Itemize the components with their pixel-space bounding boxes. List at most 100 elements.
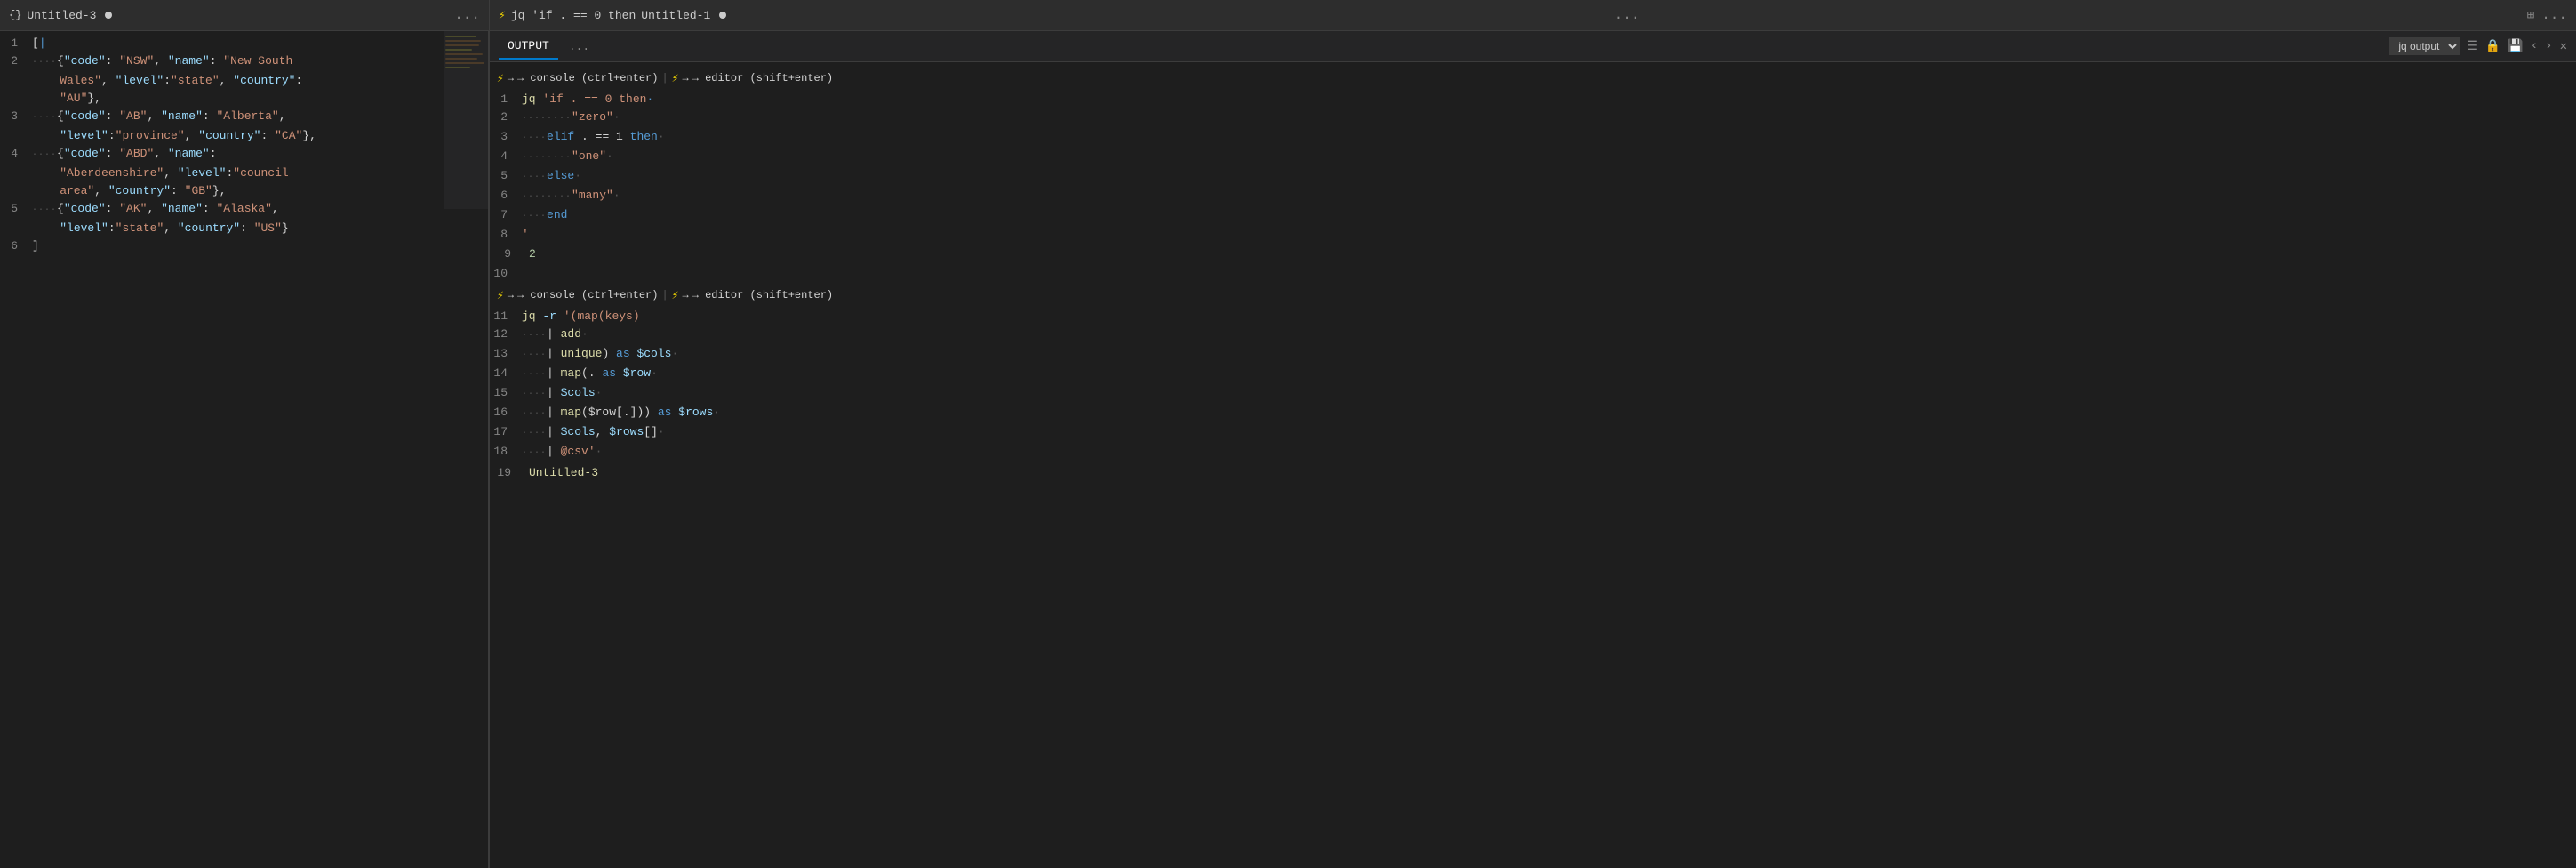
prompt-arrow-2b: → — [683, 289, 689, 301]
line-num-6: 6 — [4, 237, 32, 255]
editor-code-area[interactable]: 1 [| 2 ····{"code": "NSW", "name": "New … — [0, 31, 488, 868]
prompt-lightning-2: ⚡ — [497, 289, 504, 302]
output-icons: ☰ 🔒 💾 ‹ › ✕ — [2467, 39, 2567, 54]
prompt-arrow-2a: → — [508, 289, 514, 301]
out-num-10: 10 — [493, 265, 522, 283]
output-dropdown-area: jq output — [2389, 37, 2460, 55]
out-num-16: 16 — [493, 404, 522, 422]
editor-line-2: 2 ····{"code": "NSW", "name": "New South — [0, 52, 488, 72]
output-code-area[interactable]: ⚡ → → console (ctrl+enter) | ⚡ → → edito… — [490, 62, 2576, 868]
right-title-bar: ⚡ jq 'if . == 0 then Untitled-1 ... ⊞ ..… — [489, 0, 2576, 31]
main-content: 1 [| 2 ····{"code": "NSW", "name": "New … — [0, 31, 2576, 868]
editor-line-6: 6 ] — [0, 237, 488, 255]
line-content-1: [| — [32, 35, 46, 52]
prompt-arrow-1a: → — [508, 72, 514, 84]
output-line-5: 5 ····else· — [490, 167, 2576, 187]
output-line-4: 4 ········"one"· — [490, 148, 2576, 167]
line-content-6: ] — [32, 237, 39, 255]
editor-line-1: 1 [| — [0, 35, 488, 52]
output-line-8: 8 ' — [490, 226, 2576, 244]
next-icon[interactable]: › — [2545, 39, 2552, 53]
output-panel: OUTPUT ... jq output ☰ 🔒 💾 ‹ › ✕ ⚡ → — [490, 31, 2576, 868]
out-num-1: 1 — [493, 91, 522, 108]
editor-panel: 1 [| 2 ····{"code": "NSW", "name": "New … — [0, 31, 489, 868]
split-icon[interactable]: ⊞ — [2527, 8, 2534, 23]
prompt-editor-2: → editor (shift+enter) — [692, 289, 833, 301]
out-num-19: 19 — [497, 464, 525, 482]
close-icon[interactable]: ✕ — [2560, 39, 2567, 54]
out-content-6: ········"many"· — [522, 187, 620, 206]
prompt-editor-1: → editor (shift+enter) — [692, 72, 833, 84]
out-content-12: ····| add· — [522, 326, 588, 345]
out-content-2: ········"zero"· — [522, 108, 620, 128]
out-content-11: jq -r '(map(keys) — [522, 308, 640, 326]
editor-line-5: 5 ····{"code": "AK", "name": "Alaska", — [0, 200, 488, 220]
prompt-console-2: → console (ctrl+enter) — [517, 289, 658, 301]
output-line-3: 3 ····elif . == 1 then· — [490, 128, 2576, 148]
output-line-14: 14 ····| map(. as $row· — [490, 365, 2576, 384]
prev-icon[interactable]: ‹ — [2531, 39, 2538, 53]
left-tab-dots[interactable]: ... — [454, 7, 480, 23]
prompt-lightning-1: ⚡ — [497, 72, 504, 85]
out-num-5: 5 — [493, 167, 522, 185]
left-file-icon: {} — [9, 9, 21, 21]
out-content-15: ····| $cols· — [522, 384, 602, 404]
out-num-13: 13 — [493, 345, 522, 363]
editor-minimap — [444, 31, 488, 868]
right-tab-more-dots[interactable]: ... — [2541, 7, 2567, 23]
output-line-13: 13 ····| unique) as $cols· — [490, 345, 2576, 365]
out-content-9: 2 — [525, 245, 536, 263]
out-content-18: ····| @csv'· — [522, 443, 602, 462]
prompt-console-1: → console (ctrl+enter) — [517, 72, 658, 84]
line-num-5: 5 — [4, 200, 32, 218]
out-num-9: 9 — [497, 245, 525, 263]
line-content-2b: Wales", "level":"state", "country": — [32, 72, 302, 90]
line-num-4: 4 — [4, 145, 32, 163]
line-content-2c: "AU"}, — [32, 90, 101, 108]
output-line-18: 18 ····| @csv'· — [490, 443, 2576, 462]
line-content-5: ····{"code": "AK", "name": "Alaska", — [32, 200, 279, 220]
output-line-7: 7 ····end — [490, 206, 2576, 226]
line-content-2: ····{"code": "NSW", "name": "New South — [32, 52, 292, 72]
line-num-2: 2 — [4, 52, 32, 70]
editor-line-5b: 5 "level":"state", "country": "US"} — [0, 220, 488, 237]
out-content-14: ····| map(. as $row· — [522, 365, 658, 384]
out-num-15: 15 — [493, 384, 522, 402]
editor-line-4: 4 ····{"code": "ABD", "name": — [0, 145, 488, 165]
editor-line-4b: 4 "Aberdeenshire", "level":"council — [0, 165, 488, 182]
out-num-14: 14 — [493, 365, 522, 382]
out-num-6: 6 — [493, 187, 522, 205]
line-content-4b: "Aberdeenshire", "level":"council — [32, 165, 289, 182]
output-line-17: 17 ····| $cols, $rows[]· — [490, 423, 2576, 443]
output-result-9: 9 2 — [490, 244, 2576, 265]
out-content-8: ' — [522, 226, 529, 244]
left-file-title: Untitled-3 — [27, 9, 96, 22]
right-jq-tab-title: jq 'if . == 0 then — [511, 9, 636, 22]
out-num-7: 7 — [493, 206, 522, 224]
list-icon[interactable]: ☰ — [2467, 39, 2478, 54]
editor-line-3b: 3 "level":"province", "country": "CA"}, — [0, 127, 488, 145]
line-content-3: ····{"code": "AB", "name": "Alberta", — [32, 108, 286, 127]
output-line-10: 10 — [490, 265, 2576, 283]
out-num-8: 8 — [493, 226, 522, 244]
output-line-6: 6 ········"many"· — [490, 187, 2576, 206]
output-header: OUTPUT ... jq output ☰ 🔒 💾 ‹ › ✕ — [490, 31, 2576, 62]
line-content-4c: area", "country": "GB"}, — [32, 182, 227, 200]
out-num-17: 17 — [493, 423, 522, 441]
line-content-5b: "level":"state", "country": "US"} — [32, 220, 289, 237]
prompt-arrow-1b: → — [683, 72, 689, 84]
right-tab-dots[interactable]: ... — [1614, 7, 1640, 23]
prompt-lightning-1b: ⚡ — [672, 72, 679, 85]
save-icon[interactable]: 💾 — [2508, 39, 2523, 54]
minimap-svg — [444, 31, 488, 868]
top-bar-container: {} Untitled-3 ... ⚡ jq 'if . == 0 then U… — [0, 0, 2576, 31]
output-tab[interactable]: OUTPUT — [499, 34, 558, 60]
out-content-1: jq 'if . == 0 then· — [522, 91, 653, 108]
out-num-3: 3 — [493, 128, 522, 146]
output-dropdown-select[interactable]: jq output — [2389, 37, 2460, 55]
editor-line-2c: 2 "AU"}, — [0, 90, 488, 108]
output-line-2: 2 ········"zero"· — [490, 108, 2576, 128]
right-file-title: Untitled-1 — [641, 9, 710, 22]
lock-icon[interactable]: 🔒 — [2485, 39, 2500, 54]
output-tab-dots[interactable]: ... — [569, 40, 589, 53]
